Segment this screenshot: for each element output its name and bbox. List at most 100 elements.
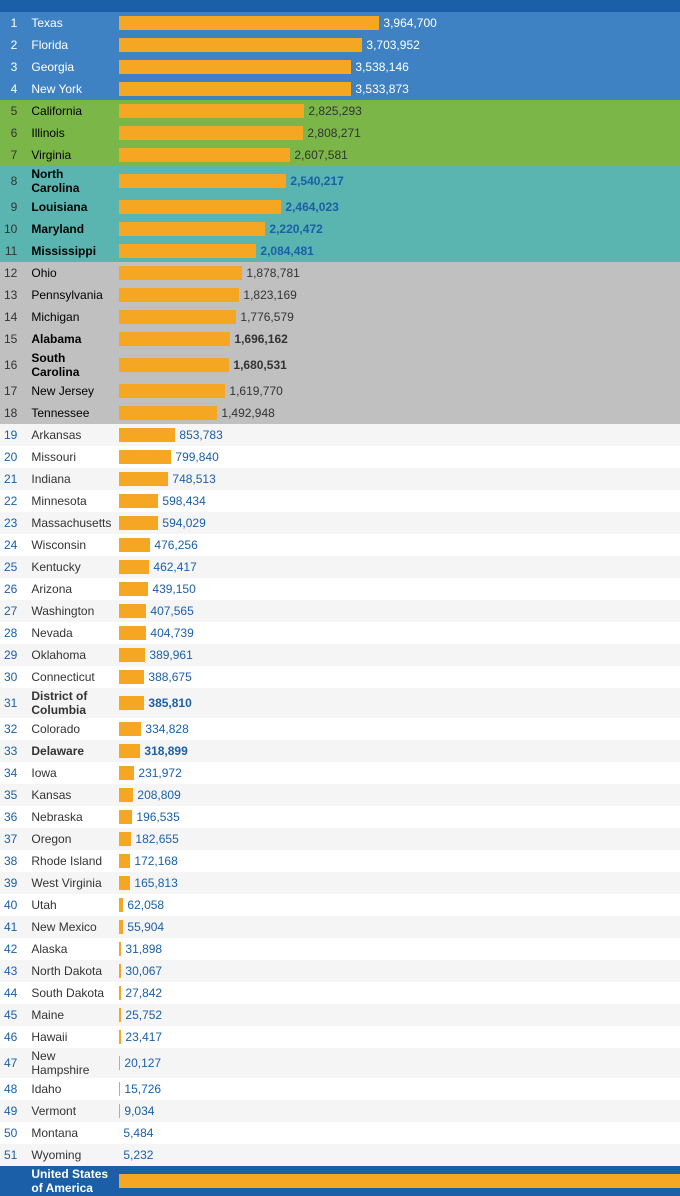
population-value: 2,084,481 <box>260 244 313 258</box>
table-row: 38 Rhode Island 172,168 6% <box>0 850 680 872</box>
rank-cell: 10 <box>0 218 25 240</box>
table-row: 17 New Jersey 1,619,770 15% <box>0 380 680 402</box>
state-name-cell: Maryland <box>25 218 115 240</box>
rank-cell: 1 <box>0 12 25 34</box>
bar <box>119 1008 121 1022</box>
rank-cell: 45 <box>0 1004 25 1026</box>
bar <box>119 332 230 346</box>
table-row: 26 Arizona 439,150 6% <box>0 578 680 600</box>
population-value: 2,825,293 <box>308 104 361 118</box>
bar <box>119 494 158 508</box>
state-name-cell: Washington <box>25 600 115 622</box>
bar-cell: 62,058 <box>115 894 680 916</box>
state-name-cell: Illinois <box>25 122 115 144</box>
table-row: 42 Alaska 31,898 3% <box>0 938 680 960</box>
rank-cell: 30 <box>0 666 25 688</box>
bar-cell: 404,739 <box>115 622 680 644</box>
state-name-cell: Virginia <box>25 144 115 166</box>
bar-cell: 182,655 <box>115 828 680 850</box>
table-row: 49 Vermont 9,034 1% <box>0 1100 680 1122</box>
bar <box>119 832 131 846</box>
population-value: 334,828 <box>145 722 188 736</box>
table-row: 14 Michigan 1,776,579 16% <box>0 306 680 328</box>
bar-cell: 2,464,023 <box>115 196 680 218</box>
population-value: 853,783 <box>179 428 222 442</box>
bar-cell: 2,825,293 <box>115 100 680 122</box>
population-value: 231,972 <box>138 766 181 780</box>
population-value: 5,484 <box>123 1126 153 1140</box>
population-value: 9,034 <box>124 1104 154 1118</box>
table-row: 34 Iowa 231,972 5% <box>0 762 680 784</box>
bar <box>119 1056 120 1070</box>
population-value: 30,067 <box>125 964 162 978</box>
table-row: 32 Colorado 334,828 5% <box>0 718 680 740</box>
state-name-cell: Mississippi <box>25 240 115 262</box>
bar-cell: 389,961 <box>115 644 680 666</box>
bar-cell: 2,607,581 <box>115 144 680 166</box>
rank-cell: 6 <box>0 122 25 144</box>
state-name-cell: Minnesota <box>25 490 115 512</box>
state-name-cell: Connecticut <box>25 666 115 688</box>
rank-cell: 51 <box>0 1144 25 1166</box>
table-row: 2 Florida 3,703,952 17% <box>0 34 680 56</box>
rank-cell: 9 <box>0 196 25 218</box>
rank-cell: 44 <box>0 982 25 1004</box>
rank-cell: 3 <box>0 56 25 78</box>
bar <box>119 148 290 162</box>
bar <box>119 788 133 802</box>
table-row: 46 Hawaii 23,417 2% <box>0 1026 680 1048</box>
state-name-cell: Arkansas <box>25 424 115 446</box>
bar <box>119 670 144 684</box>
population-value: 1,878,781 <box>246 266 299 280</box>
bar <box>119 516 158 530</box>
table-row: 36 Nebraska 196,535 6% <box>0 806 680 828</box>
state-name-cell: South Carolina <box>25 350 115 380</box>
state-name-cell: California <box>25 100 115 122</box>
state-name-cell: Alaska <box>25 938 115 960</box>
population-value: 3,533,873 <box>355 82 408 96</box>
state-name-cell: Oregon <box>25 828 115 850</box>
rank-cell: 24 <box>0 534 25 556</box>
rank-cell: 12 <box>0 262 25 284</box>
rank-cell: 20 <box>0 446 25 468</box>
rank-cell: 43 <box>0 960 25 982</box>
state-name-cell: New Hampshire <box>25 1048 115 1078</box>
population-value: 25,752 <box>125 1008 162 1022</box>
bar-cell: 208,809 <box>115 784 680 806</box>
state-name-cell: Iowa <box>25 762 115 784</box>
bar-cell: 3,964,700 <box>115 12 680 34</box>
state-name-cell: Louisiana <box>25 196 115 218</box>
bar-cell: 3,538,146 <box>115 56 680 78</box>
population-value: 462,417 <box>153 560 196 574</box>
footer-row: United States of America 47,511,020 14% <box>0 1166 680 1196</box>
table-body: 1 Texas 3,964,700 12% 2 Florida 3,703,95… <box>0 12 680 1166</box>
rank-cell: 41 <box>0 916 25 938</box>
bar <box>119 16 379 30</box>
rank-cell: 31 <box>0 688 25 718</box>
bar <box>119 898 123 912</box>
rank-cell: 13 <box>0 284 25 306</box>
rank-cell: 36 <box>0 806 25 828</box>
table-row: 3 Georgia 3,538,146 33% <box>0 56 680 78</box>
bar-cell: 27,842 <box>115 982 680 1004</box>
bar-cell: 31,898 <box>115 938 680 960</box>
bar <box>119 358 229 372</box>
bar <box>119 1030 121 1044</box>
state-name-cell: Colorado <box>25 718 115 740</box>
bar-cell: 799,840 <box>115 446 680 468</box>
population-value: 594,029 <box>162 516 205 530</box>
state-name-cell: Idaho <box>25 1078 115 1100</box>
bar-cell: 1,823,169 <box>115 284 680 306</box>
rank-cell: 14 <box>0 306 25 328</box>
population-value: 598,434 <box>162 494 205 508</box>
bar <box>119 626 146 640</box>
rank-cell: 29 <box>0 644 25 666</box>
table-row: 28 Nevada 404,739 11% <box>0 622 680 644</box>
table-row: 5 California 2,825,293 6% <box>0 100 680 122</box>
state-name-cell: Wyoming <box>25 1144 115 1166</box>
state-name-cell: Wisconsin <box>25 534 115 556</box>
bar-cell: 23,417 <box>115 1026 680 1048</box>
bar <box>119 964 121 978</box>
rank-cell: 22 <box>0 490 25 512</box>
table-row: 39 West Virginia 165,813 6% <box>0 872 680 894</box>
